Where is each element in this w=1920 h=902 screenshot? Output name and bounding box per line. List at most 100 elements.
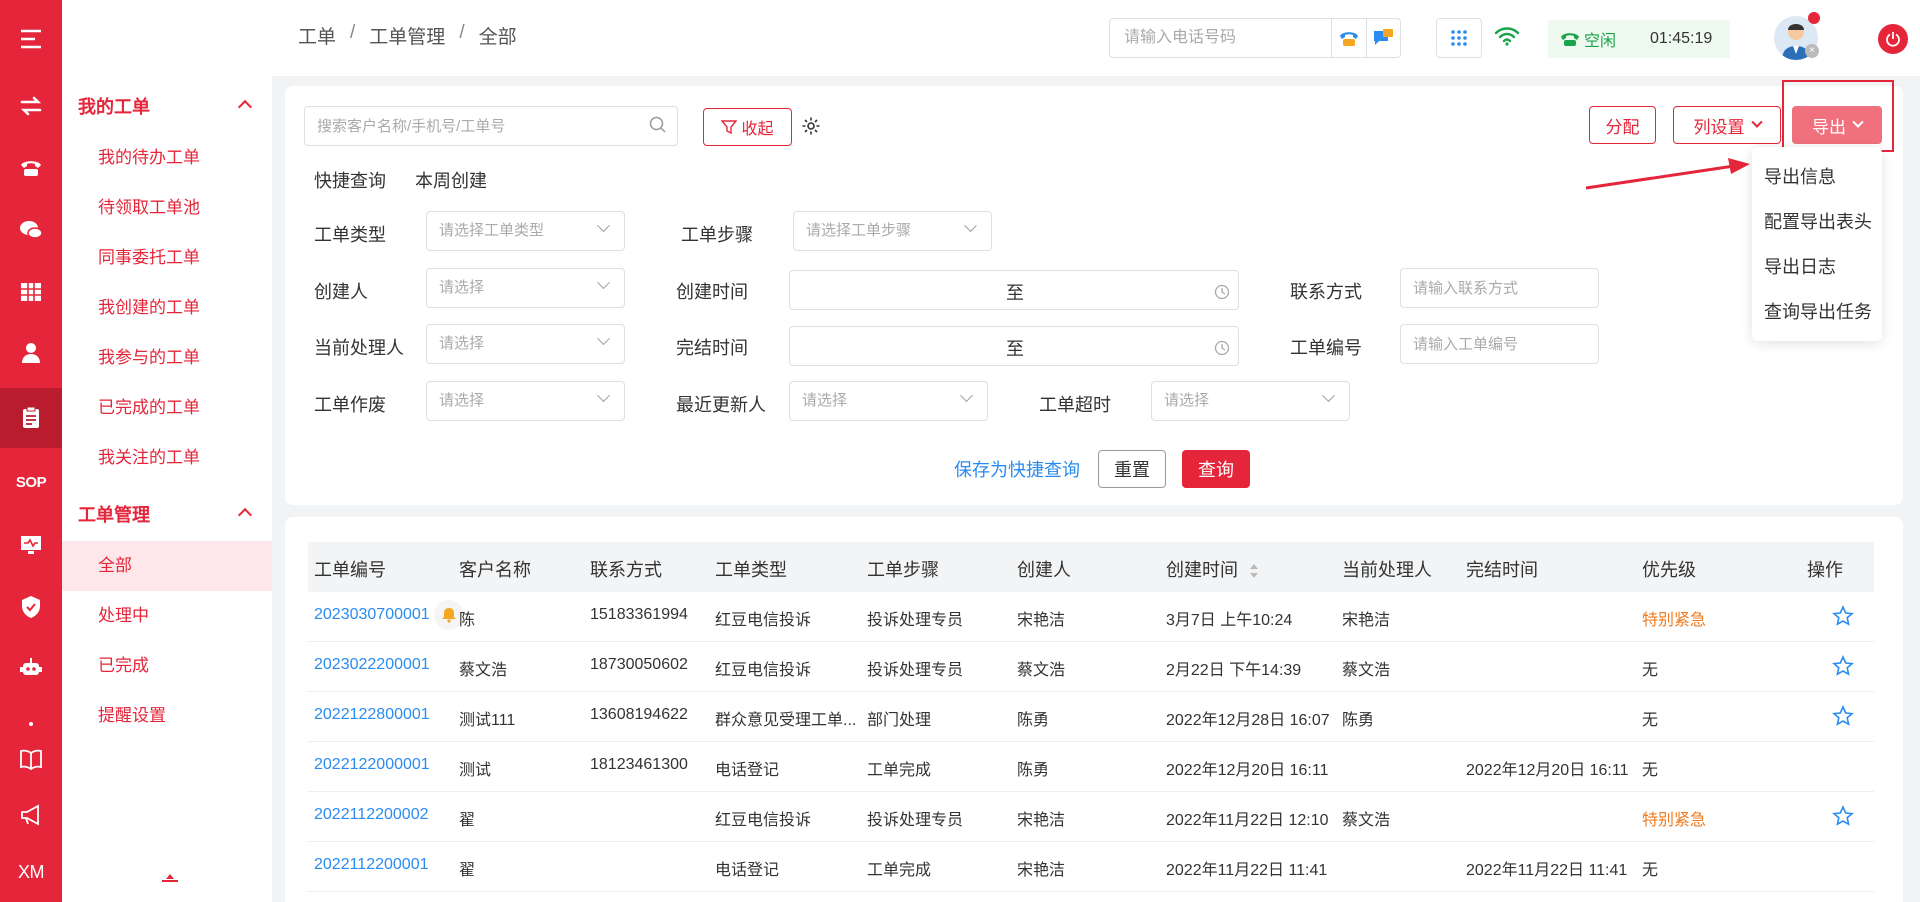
column-settings-button[interactable]: 列设置 [1673,106,1781,144]
clipboard-icon[interactable] [0,388,62,448]
star-icon[interactable] [1832,805,1854,827]
breadcrumb-item[interactable]: 工单 [298,22,336,49]
breadcrumb-item[interactable]: 工单管理 [369,22,445,49]
creator-select[interactable]: 请选择 [426,268,625,308]
sort-icon[interactable] [1249,563,1259,579]
menu-item-query-export-task[interactable]: 查询导出任务 [1752,290,1882,335]
ticket-number-input[interactable] [1401,325,1598,363]
quick-query-this-week[interactable]: 本周创建 [415,167,487,193]
close-icon[interactable]: × [1805,44,1819,58]
clock-icon [1214,284,1230,300]
search-input[interactable] [305,107,625,145]
sidebar-item-participated[interactable]: 我参与的工单 [62,333,272,383]
message-button[interactable] [1365,19,1401,57]
table-row[interactable]: 2022112200002 翟 红豆电信投诉 投诉处理专员 宋艳洁 2022年1… [308,792,1874,842]
ticket-number-link[interactable]: 2022112200002 [314,806,429,824]
chevron-up-icon[interactable] [237,99,253,115]
create-time: 2022年12月28日 16:07 [1166,712,1330,729]
collapse-filter-button[interactable]: 收起 [703,108,792,146]
finish-time-range[interactable]: 至 [789,326,1239,366]
sidebar-item-followed[interactable]: 我关注的工单 [62,433,272,483]
agent-status[interactable]: 空闲 01:45:19 [1548,20,1730,58]
ticket-table: 工单编号 客户名称 联系方式 工单类型 工单步骤 创建人 创建时间 当前处理人 … [285,517,1903,902]
column-header: 创建人 [1017,560,1071,580]
dialpad-button[interactable] [1436,18,1482,58]
table-row[interactable]: 2022112200001 翟 电话登记 工单完成 宋艳洁 2022年11月22… [308,842,1874,892]
monitor-icon[interactable] [0,515,62,575]
power-icon [1886,32,1900,47]
call-button[interactable] [1331,19,1366,57]
menu-item-export-log[interactable]: 导出日志 [1752,245,1882,290]
star-icon[interactable] [1832,655,1854,677]
column-header-sortable[interactable]: 创建时间 [1166,556,1259,582]
contact: 18123461300 [590,756,688,773]
transfer-icon[interactable] [0,76,62,136]
star-icon[interactable] [1832,605,1854,627]
column-header: 当前处理人 [1342,560,1432,580]
phone-icon[interactable] [0,137,62,197]
sidebar-item-pool[interactable]: 待领取工单池 [62,183,272,233]
sidebar-item-my-todo[interactable]: 我的待办工单 [62,133,272,183]
ticket-number-link[interactable]: 2023030700001 [314,606,430,624]
sop-label[interactable]: SOP [0,452,62,512]
ticket-number-link[interactable]: 2022122000001 [314,756,430,774]
power-button[interactable] [1878,24,1908,54]
breadcrumb-separator: / [459,22,465,43]
sidebar-item-delegated[interactable]: 同事委托工单 [62,233,272,283]
gear-icon[interactable] [801,116,821,136]
contact-input[interactable] [1401,269,1598,307]
shield-icon[interactable] [0,577,62,637]
table-row[interactable]: 2022122800001 测试111 13608194622 群众意见受理工单… [308,692,1874,742]
finish-time: 2022年11月22日 11:41 [1466,862,1628,879]
updater-select[interactable]: 请选择 [789,381,988,421]
reset-button[interactable]: 重置 [1098,450,1166,488]
collapse-label: 收起 [741,121,774,138]
phone-number-input[interactable] [1110,19,1331,57]
collapse-sidebar-icon[interactable] [162,874,178,882]
create-time: 2022年11月22日 11:41 [1166,862,1328,879]
table-row[interactable]: 2023030700001 陈 15183361994 红豆电信投诉 投诉处理专… [308,592,1874,642]
assign-button[interactable]: 分配 [1589,106,1656,144]
group-title-ticket-management[interactable]: 工单管理 [78,501,150,527]
book-icon[interactable] [0,729,62,789]
sidebar-item-done[interactable]: 已完成 [62,641,272,691]
robot-icon[interactable] [0,638,62,698]
sidebar-item-created[interactable]: 我创建的工单 [62,283,272,333]
user-icon[interactable] [0,323,62,383]
table-row[interactable]: 2023022200001 蔡文浩 18730050602 红豆电信投诉 投诉处… [308,642,1874,692]
search-icon[interactable] [649,116,667,134]
megaphone-icon[interactable] [0,785,62,845]
chevron-up-icon[interactable] [237,507,253,523]
ticket-type-select[interactable]: 请选择工单类型 [426,211,625,251]
sidebar-item-processing[interactable]: 处理中 [62,591,272,641]
sidebar-item-all[interactable]: 全部 [62,541,272,591]
ticket-step-select[interactable]: 请选择工单步骤 [793,211,992,251]
query-button[interactable]: 查询 [1182,450,1250,488]
xm-label[interactable]: XM [0,842,62,902]
menu-item-export-info[interactable]: 导出信息 [1752,155,1882,200]
ticket-step: 投诉处理专员 [867,812,964,829]
group-title-my-tickets[interactable]: 我的工单 [78,93,150,119]
ticket-number-link[interactable]: 2023022200001 [314,656,430,674]
void-select[interactable]: 请选择 [426,381,625,421]
menu-icon[interactable] [0,9,62,69]
customer-name: 测试111 [459,712,516,729]
timeout-select[interactable]: 请选择 [1151,381,1350,421]
save-quick-query-link[interactable]: 保存为快捷查询 [954,456,1080,482]
create-time-label: 创建时间 [676,282,748,302]
column-header: 工单步骤 [867,560,939,580]
sidebar-item-reminder[interactable]: 提醒设置 [62,691,272,741]
create-time-range[interactable]: 至 [789,270,1239,310]
handler: 蔡文浩 [1342,662,1391,679]
ticket-number-link[interactable]: 2022122800001 [314,706,430,724]
grid-icon[interactable] [0,262,62,322]
handler-select[interactable]: 请选择 [426,324,625,364]
sidebar-item-completed[interactable]: 已完成的工单 [62,383,272,433]
menu-item-config-export-header[interactable]: 配置导出表头 [1752,200,1882,245]
filter-panel: 收起 分配 列设置 导出 快捷查询 本周创建 工单类型 请选择工单类型 工单步骤… [285,80,1903,505]
star-icon[interactable] [1832,705,1854,727]
create-time: 2022年11月22日 12:10 [1166,812,1329,829]
table-row[interactable]: 2022122000001 测试 18123461300 电话登记 工单完成 陈… [308,742,1874,792]
ticket-number-link[interactable]: 2022112200001 [314,856,429,874]
chat-icon[interactable] [0,200,62,260]
